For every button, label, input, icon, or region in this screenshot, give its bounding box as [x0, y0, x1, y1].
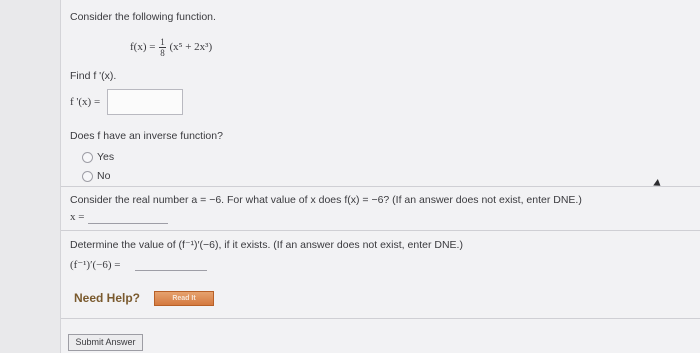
function-formula: f(x) = 1 8 (x⁵ + 2x³) — [130, 37, 212, 58]
fraction-denominator: 8 — [160, 48, 165, 58]
real-number-prompt: Consider the real number a = −6. For wha… — [70, 194, 582, 206]
derivative-answer-input[interactable] — [107, 89, 183, 115]
intro-text: Consider the following function. — [70, 11, 216, 23]
need-help-label: Need Help? — [74, 291, 141, 305]
x-label: x = — [70, 211, 85, 223]
read-it-button[interactable]: Read It — [154, 291, 214, 306]
option-no-label: No — [97, 170, 111, 182]
option-yes-label: Yes — [97, 151, 115, 163]
divider — [61, 186, 700, 187]
function-rhs: (x⁵ + 2x³) — [169, 41, 213, 54]
fraction-numerator: 1 — [159, 37, 166, 48]
inverse-question: Does f have an inverse function? — [70, 130, 223, 142]
find-derivative-prompt: Find f '(x). — [70, 70, 117, 82]
derivative-label: f '(x) = — [70, 96, 101, 108]
function-lhs: f(x) = — [130, 41, 156, 54]
divider — [61, 318, 700, 319]
divider — [61, 230, 700, 231]
submit-answer-button[interactable]: Submit Answer — [68, 334, 143, 351]
function-fraction: 1 8 — [159, 37, 166, 58]
inverse-derivative-answer-input[interactable] — [135, 270, 207, 271]
radio-yes[interactable] — [82, 152, 93, 163]
inverse-derivative-label: (f⁻¹)′(−6) = — [70, 259, 121, 271]
x-answer-input[interactable] — [88, 223, 168, 224]
inverse-derivative-prompt: Determine the value of (f⁻¹)′(−6), if it… — [70, 239, 463, 251]
radio-no[interactable] — [82, 171, 93, 182]
